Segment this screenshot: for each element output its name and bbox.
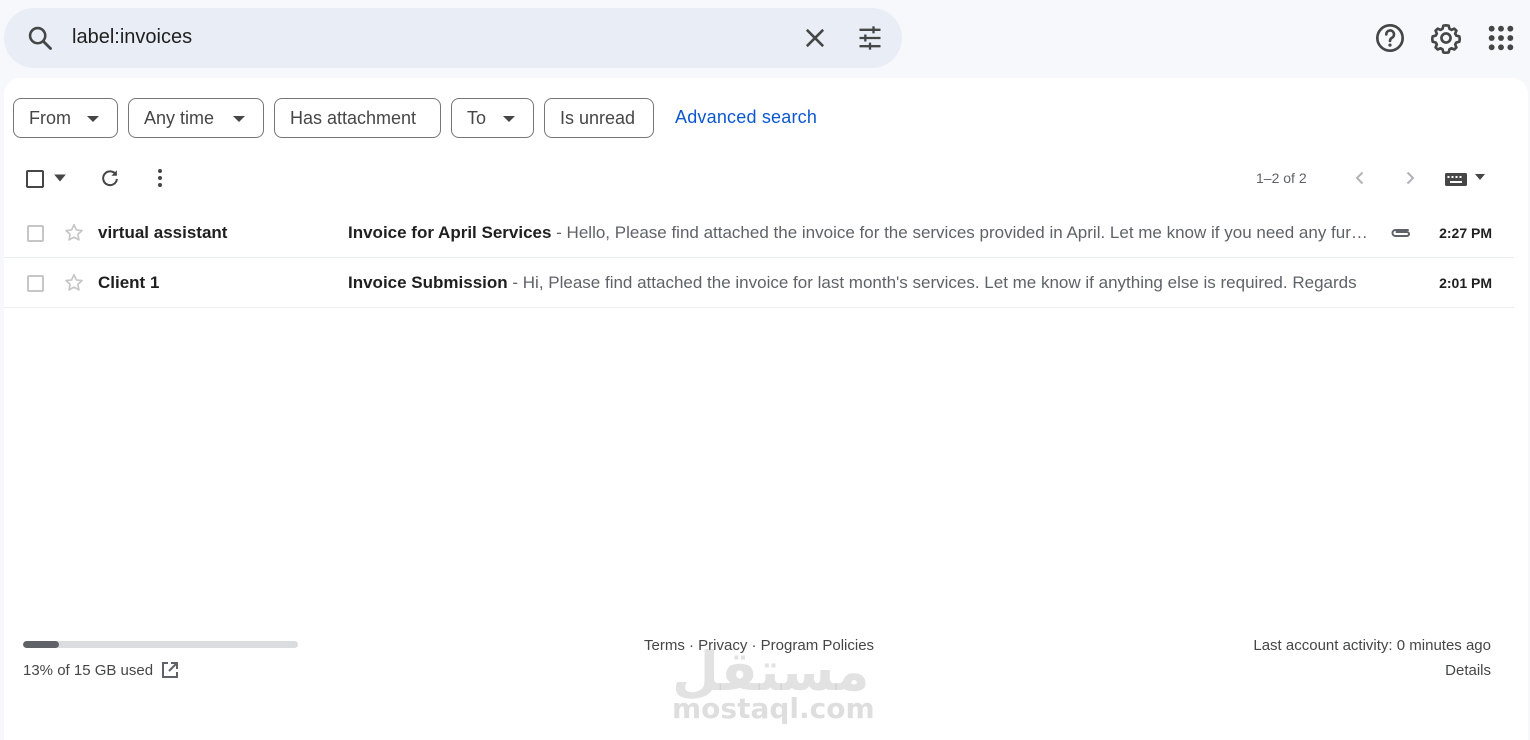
pagination-range: 1–2 of 2 bbox=[1256, 170, 1307, 186]
last-account-activity: Last account activity: 0 minutes ago bbox=[1253, 637, 1491, 654]
caret-down-icon bbox=[87, 116, 99, 122]
search-input[interactable]: label:invoices bbox=[72, 26, 192, 49]
details-link[interactable]: Details bbox=[1445, 662, 1491, 679]
select-dropdown-caret-icon[interactable] bbox=[53, 172, 67, 184]
storage-progress-bar bbox=[23, 641, 298, 648]
caret-down-icon bbox=[503, 116, 515, 122]
select-all-checkbox[interactable] bbox=[26, 170, 44, 188]
email-preview: Invoice for April Services - Hello, Plea… bbox=[348, 223, 1370, 243]
filter-from-chip[interactable]: From bbox=[13, 98, 118, 138]
filter-is-unread-label: Is unread bbox=[560, 107, 636, 128]
filter-to-chip[interactable]: To bbox=[451, 98, 534, 138]
email-subject: Invoice for April Services bbox=[348, 223, 552, 242]
advanced-search-link[interactable]: Advanced search bbox=[675, 107, 817, 128]
open-in-new-icon[interactable] bbox=[160, 660, 180, 680]
settings-gear-icon[interactable] bbox=[1430, 22, 1462, 54]
email-list: virtual assistant Invoice for April Serv… bbox=[4, 208, 1514, 308]
search-icon[interactable] bbox=[26, 24, 54, 52]
refresh-icon[interactable] bbox=[99, 167, 121, 189]
paperclip-attachment-icon bbox=[1391, 229, 1410, 237]
list-toolbar: 1–2 of 2 bbox=[4, 158, 1528, 198]
filter-any-time-label: Any time bbox=[144, 107, 215, 128]
filter-has-attachment-chip[interactable]: Has attachment bbox=[274, 98, 441, 138]
filter-to-label: To bbox=[467, 107, 487, 128]
filter-any-time-chip[interactable]: Any time bbox=[128, 98, 264, 138]
email-time: 2:01 PM bbox=[1439, 275, 1492, 291]
watermark-latin: mostaql.com bbox=[672, 692, 875, 725]
star-icon[interactable] bbox=[63, 272, 85, 294]
filter-has-attachment-label: Has attachment bbox=[290, 107, 417, 128]
apps-grid-icon[interactable] bbox=[1485, 22, 1517, 54]
email-subject: Invoice Submission bbox=[348, 273, 508, 292]
keyboard-icon[interactable] bbox=[1444, 170, 1470, 188]
help-icon[interactable] bbox=[1374, 22, 1406, 54]
email-sender: Client 1 bbox=[98, 273, 160, 292]
row-checkbox[interactable] bbox=[27, 225, 44, 242]
email-preview: Invoice Submission - Hi, Please find att… bbox=[348, 273, 1370, 293]
email-time: 2:27 PM bbox=[1439, 225, 1492, 241]
chevron-left-icon[interactable] bbox=[1350, 168, 1370, 188]
email-row[interactable]: virtual assistant Invoice for April Serv… bbox=[4, 208, 1514, 258]
storage-progress-fill bbox=[23, 641, 59, 648]
row-checkbox[interactable] bbox=[27, 275, 44, 292]
top-bar: label:invoices bbox=[0, 0, 1530, 76]
close-icon[interactable] bbox=[801, 24, 829, 52]
email-sender: virtual assistant bbox=[98, 223, 228, 242]
more-vert-icon[interactable] bbox=[150, 167, 170, 189]
email-row[interactable]: Client 1 Invoice Submission - Hi, Please… bbox=[4, 258, 1514, 308]
email-snippet: - Hi, Please find attached the invoice f… bbox=[507, 273, 1357, 292]
tune-icon[interactable] bbox=[856, 24, 884, 52]
storage-usage-text: 13% of 15 GB used bbox=[23, 662, 154, 679]
filter-from-label: From bbox=[29, 107, 71, 128]
filter-is-unread-chip[interactable]: Is unread bbox=[544, 98, 654, 138]
email-snippet: - Hello, Please find attached the invoic… bbox=[556, 223, 1370, 242]
chevron-right-icon[interactable] bbox=[1400, 168, 1420, 188]
caret-down-icon bbox=[233, 116, 245, 122]
search-bar[interactable]: label:invoices bbox=[4, 8, 902, 68]
input-tools-caret-icon[interactable] bbox=[1474, 172, 1486, 182]
star-icon[interactable] bbox=[63, 222, 85, 244]
